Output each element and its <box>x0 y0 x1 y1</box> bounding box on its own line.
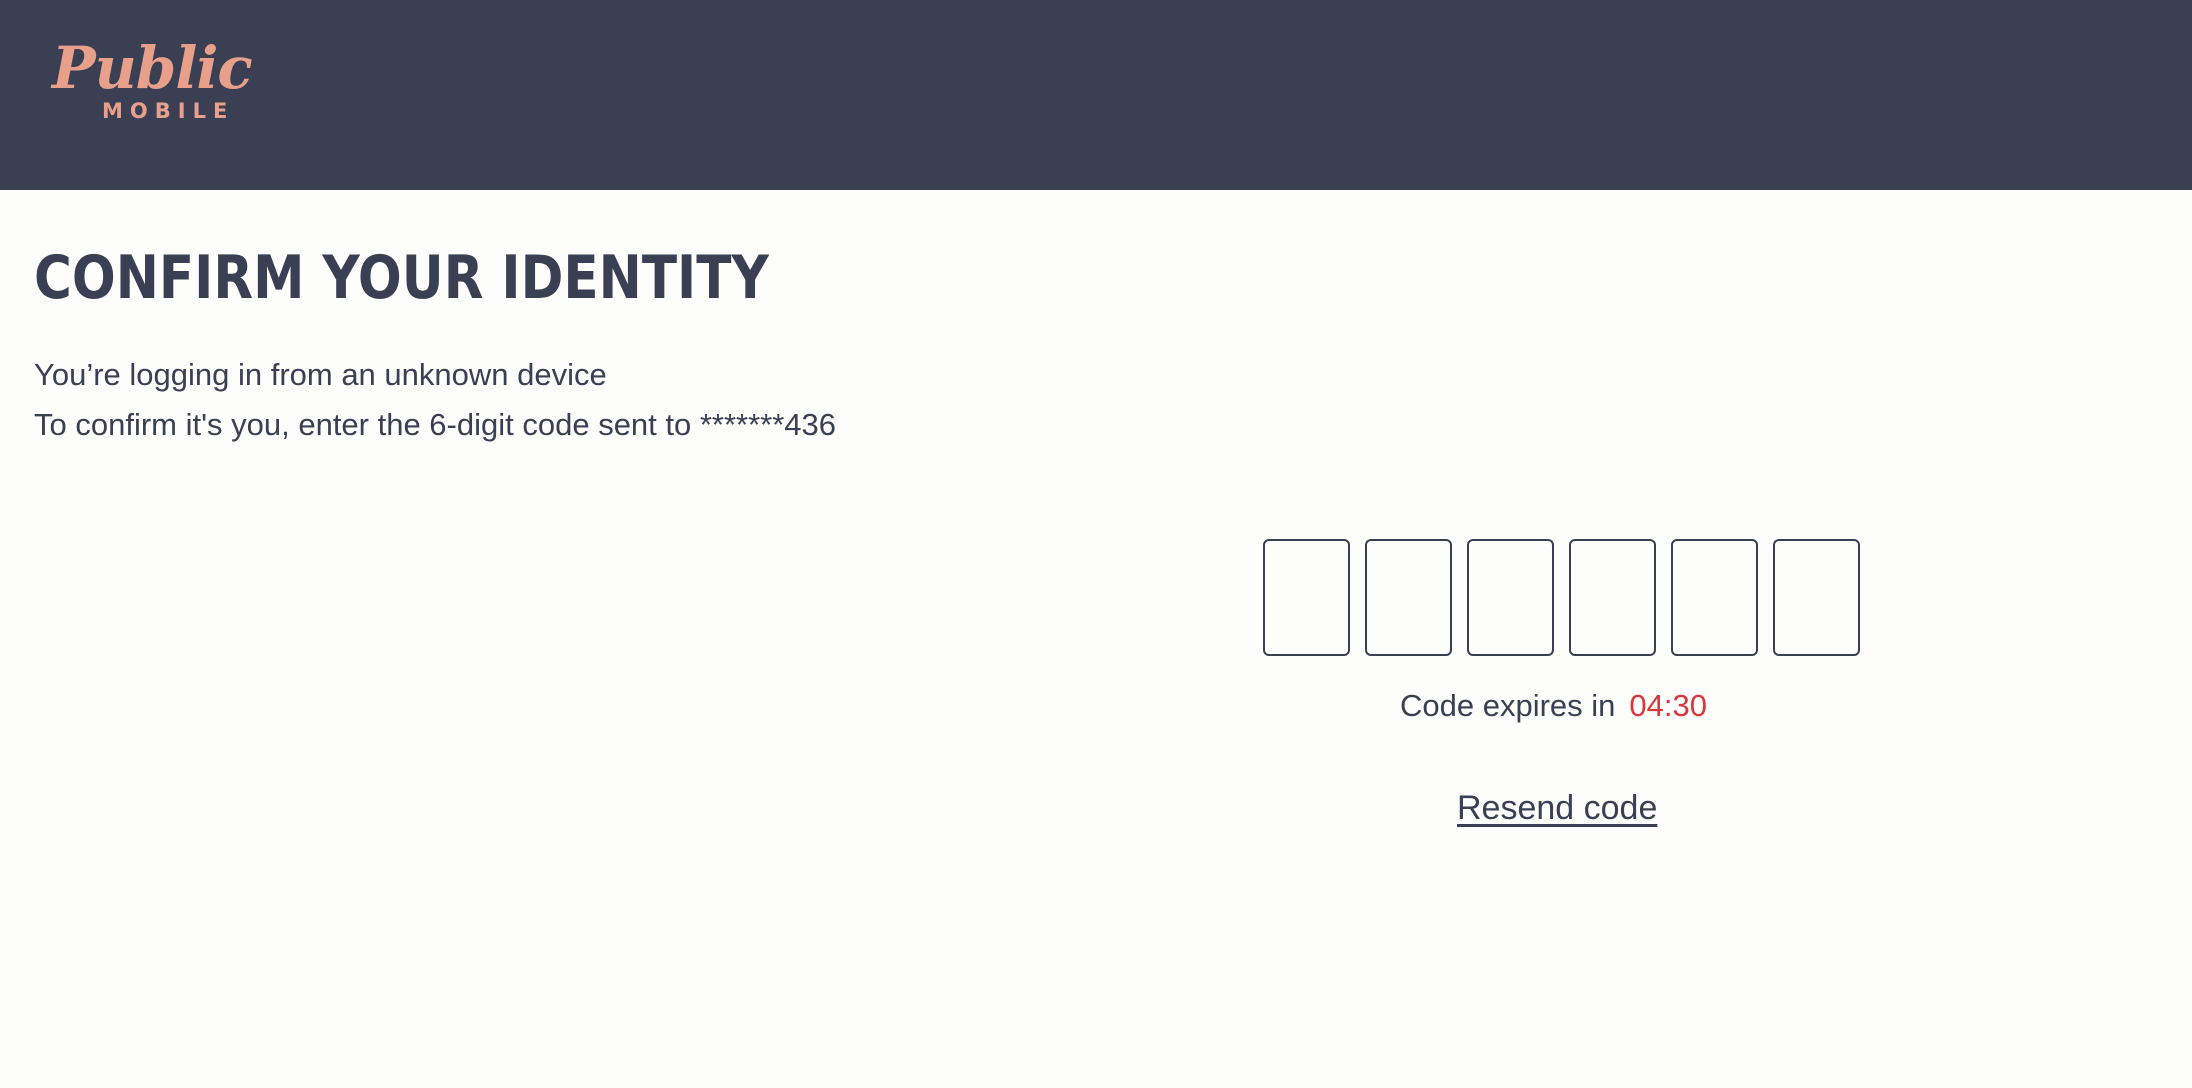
code-digit-3-input[interactable] <box>1467 539 1554 656</box>
code-expiry-timer: 04:30 <box>1629 688 1707 723</box>
page-title: CONFIRM YOUR IDENTITY <box>34 243 769 313</box>
verification-code-input-group <box>1263 539 1863 656</box>
code-digit-5-input[interactable] <box>1671 539 1758 656</box>
logo-wordmark: Public <box>52 34 253 102</box>
code-digit-1-input[interactable] <box>1263 539 1350 656</box>
header-bar: Public MOBILE <box>0 0 2192 190</box>
code-expiry-label: Code expires in <box>1400 688 1616 723</box>
logo-subtext: MOBILE <box>102 99 235 123</box>
code-sent-instructions: To confirm it's you, enter the 6-digit c… <box>34 407 837 442</box>
code-expiry-notice: Code expires in 04:30 <box>1400 686 1707 726</box>
public-mobile-logo[interactable]: Public MOBILE <box>52 36 282 128</box>
code-digit-4-input[interactable] <box>1569 539 1656 656</box>
resend-code-link[interactable]: Resend code <box>1457 786 1657 830</box>
code-digit-2-input[interactable] <box>1365 539 1452 656</box>
code-digit-6-input[interactable] <box>1773 539 1860 656</box>
unknown-device-message: You’re logging in from an unknown device <box>34 357 607 392</box>
